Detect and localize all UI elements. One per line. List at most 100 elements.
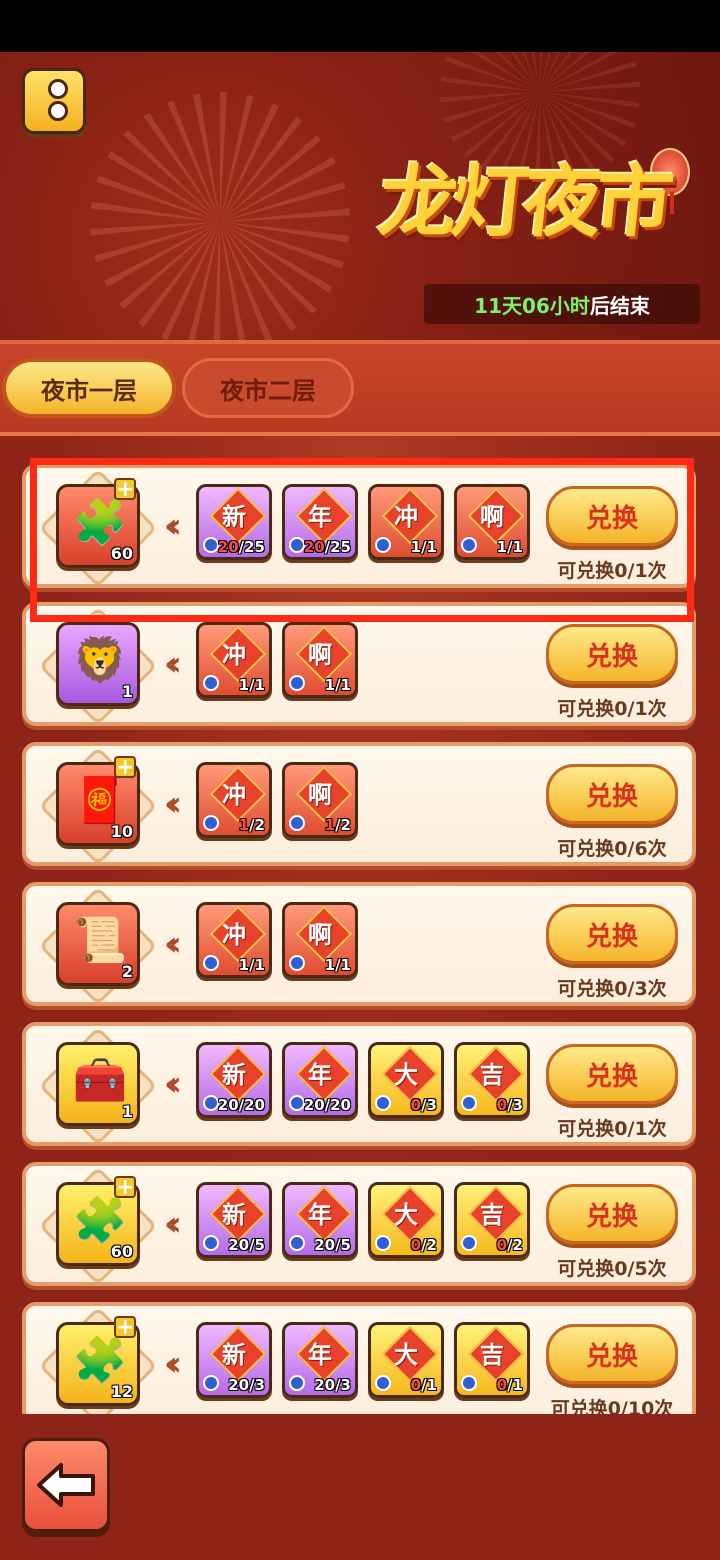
progress-need: /20 xyxy=(238,1096,265,1114)
progress-have: 0 xyxy=(410,1236,422,1254)
timer-suffix: 后结束 xyxy=(589,293,650,318)
reward-count: 2 xyxy=(121,962,133,981)
token-progress: 1/2 xyxy=(239,816,265,834)
progress-need: /1 xyxy=(335,956,351,974)
token-progress: 20/20 xyxy=(218,1096,265,1114)
requirement-token[interactable]: 大 0/2 xyxy=(368,1182,444,1258)
reward-item[interactable]: 🧰 1 xyxy=(56,1042,140,1126)
progress-have: 0 xyxy=(496,1236,508,1254)
progress-need: /2 xyxy=(249,816,265,834)
progress-need: /2 xyxy=(421,1236,437,1254)
token-char: 冲 xyxy=(222,641,246,669)
token-char: 年 xyxy=(308,1341,332,1369)
exchange-row: 🧰 1 ‹‹ 新 20/20 年 20/20 大 0/3 吉 0/3 兑换 可兑… xyxy=(22,1022,696,1146)
requirement-token[interactable]: 新 20/5 xyxy=(196,1182,272,1258)
clock-icon xyxy=(203,815,219,831)
requirement-token[interactable]: 冲 1/1 xyxy=(196,902,272,978)
clock-icon xyxy=(203,1375,219,1391)
clock-icon xyxy=(461,1375,477,1391)
requirement-token[interactable]: 啊 1/1 xyxy=(282,902,358,978)
requirement-token[interactable]: 吉 0/1 xyxy=(454,1322,530,1398)
token-char: 吉 xyxy=(480,1061,504,1089)
reward-slot: 🦁 1 xyxy=(38,606,158,726)
requirement-token[interactable]: 冲 1/1 xyxy=(196,622,272,698)
clock-icon xyxy=(461,1235,477,1251)
token-char: 新 xyxy=(222,1341,246,1369)
requirement-token[interactable]: 新 20/3 xyxy=(196,1322,272,1398)
reward-slot: 🧩 12 + xyxy=(38,1306,158,1414)
requirement-token[interactable]: 啊 1/2 xyxy=(282,762,358,838)
exchange-button[interactable]: 兑换 xyxy=(546,624,678,684)
reward-item[interactable]: 🦁 1 xyxy=(56,622,140,706)
progress-need: /20 xyxy=(324,1096,351,1114)
reward-count: 1 xyxy=(121,682,133,701)
double-chevron-left-icon: ‹‹ xyxy=(164,1204,182,1244)
token-char: 大 xyxy=(394,1061,418,1089)
exchange-limit: 可兑换0/1次 xyxy=(557,698,667,720)
progress-have: 1 xyxy=(238,816,250,834)
tab-floor-2[interactable]: 夜市二层 xyxy=(182,358,354,418)
info-button[interactable] xyxy=(22,68,86,134)
token-progress: 1/1 xyxy=(239,676,265,694)
double-chevron-left-icon: ‹‹ xyxy=(164,784,182,824)
exchange-button[interactable]: 兑换 xyxy=(546,1044,678,1104)
exchange-row: 🧧 10 + ‹‹ 冲 1/2 啊 1/2 兑换 可兑换0/6次 xyxy=(22,742,696,866)
clock-icon xyxy=(375,1095,391,1111)
clock-icon xyxy=(289,955,305,971)
token-progress: 20/3 xyxy=(314,1376,351,1394)
requirement-token[interactable]: 新 20/20 xyxy=(196,1042,272,1118)
requirement-token[interactable]: 年 20/20 xyxy=(282,1042,358,1118)
puzzle-plus-icon: + xyxy=(114,1175,136,1200)
treasure-chest-icon: 🧰 xyxy=(72,1055,128,1106)
exchange-button[interactable]: 兑换 xyxy=(546,1184,678,1244)
progress-need: /2 xyxy=(507,1236,523,1254)
token-progress: 1/1 xyxy=(239,956,265,974)
clock-icon xyxy=(375,1375,391,1391)
clock-icon xyxy=(289,815,305,831)
reward-slot: 📜 2 xyxy=(38,886,158,1006)
clock-icon xyxy=(461,1095,477,1111)
token-char: 吉 xyxy=(480,1201,504,1229)
exchange-row: 🧩 60 + ‹‹ 新 20/5 年 20/5 大 0/2 吉 0/2 兑换 可… xyxy=(22,1162,696,1286)
double-chevron-left-icon: ‹‹ xyxy=(164,1344,182,1384)
tab-bar: 夜市一层 夜市二层 xyxy=(0,340,720,436)
token-char: 年 xyxy=(308,1201,332,1229)
requirement-token[interactable]: 年 20/5 xyxy=(282,1182,358,1258)
exchange-row: 🧩 12 + ‹‹ 新 20/3 年 20/3 大 0/1 吉 0/1 兑换 可… xyxy=(22,1302,696,1414)
back-button[interactable] xyxy=(22,1438,110,1532)
requirement-token[interactable]: 吉 0/3 xyxy=(454,1042,530,1118)
red-puzzle-bottle-icon: 🧧 xyxy=(72,775,128,826)
requirement-token[interactable]: 大 0/1 xyxy=(368,1322,444,1398)
token-progress: 0/3 xyxy=(411,1096,437,1114)
requirement-token[interactable]: 大 0/3 xyxy=(368,1042,444,1118)
progress-have: 20 xyxy=(314,1376,336,1394)
requirement-token[interactable]: 冲 1/2 xyxy=(196,762,272,838)
exchange-button[interactable]: 兑换 xyxy=(546,1324,678,1384)
progress-need: /5 xyxy=(335,1236,351,1254)
token-char: 新 xyxy=(222,1061,246,1089)
token-progress: 1/1 xyxy=(325,956,351,974)
lantern-tassel xyxy=(670,192,674,214)
requirement-token[interactable]: 啊 1/1 xyxy=(282,622,358,698)
reward-count: 60 xyxy=(110,1242,133,1261)
token-progress: 20/5 xyxy=(314,1236,351,1254)
progress-need: /1 xyxy=(335,676,351,694)
reward-slot: 🧰 1 xyxy=(38,1026,158,1146)
lion-dance-frame-icon: 🦁 xyxy=(72,635,128,686)
token-char: 冲 xyxy=(222,781,246,809)
progress-need: /1 xyxy=(507,1376,523,1394)
exchange-row: 📜 2 ‹‹ 冲 1/1 啊 1/1 兑换 可兑换0/3次 xyxy=(22,882,696,1006)
progress-have: 20 xyxy=(228,1376,250,1394)
progress-have: 20 xyxy=(228,1236,250,1254)
token-progress: 20/3 xyxy=(228,1376,265,1394)
requirement-token[interactable]: 吉 0/2 xyxy=(454,1182,530,1258)
progress-need: /3 xyxy=(249,1376,265,1394)
exchange-button[interactable]: 兑换 xyxy=(546,764,678,824)
puzzle-plus-icon: + xyxy=(114,755,136,780)
gold-puzzle-piece-icon: 🧩 xyxy=(72,1195,128,1246)
progress-have: 20 xyxy=(303,1096,325,1114)
exchange-button[interactable]: 兑换 xyxy=(546,904,678,964)
reward-item[interactable]: 📜 2 xyxy=(56,902,140,986)
tab-floor-1[interactable]: 夜市一层 xyxy=(2,358,176,418)
requirement-token[interactable]: 年 20/3 xyxy=(282,1322,358,1398)
